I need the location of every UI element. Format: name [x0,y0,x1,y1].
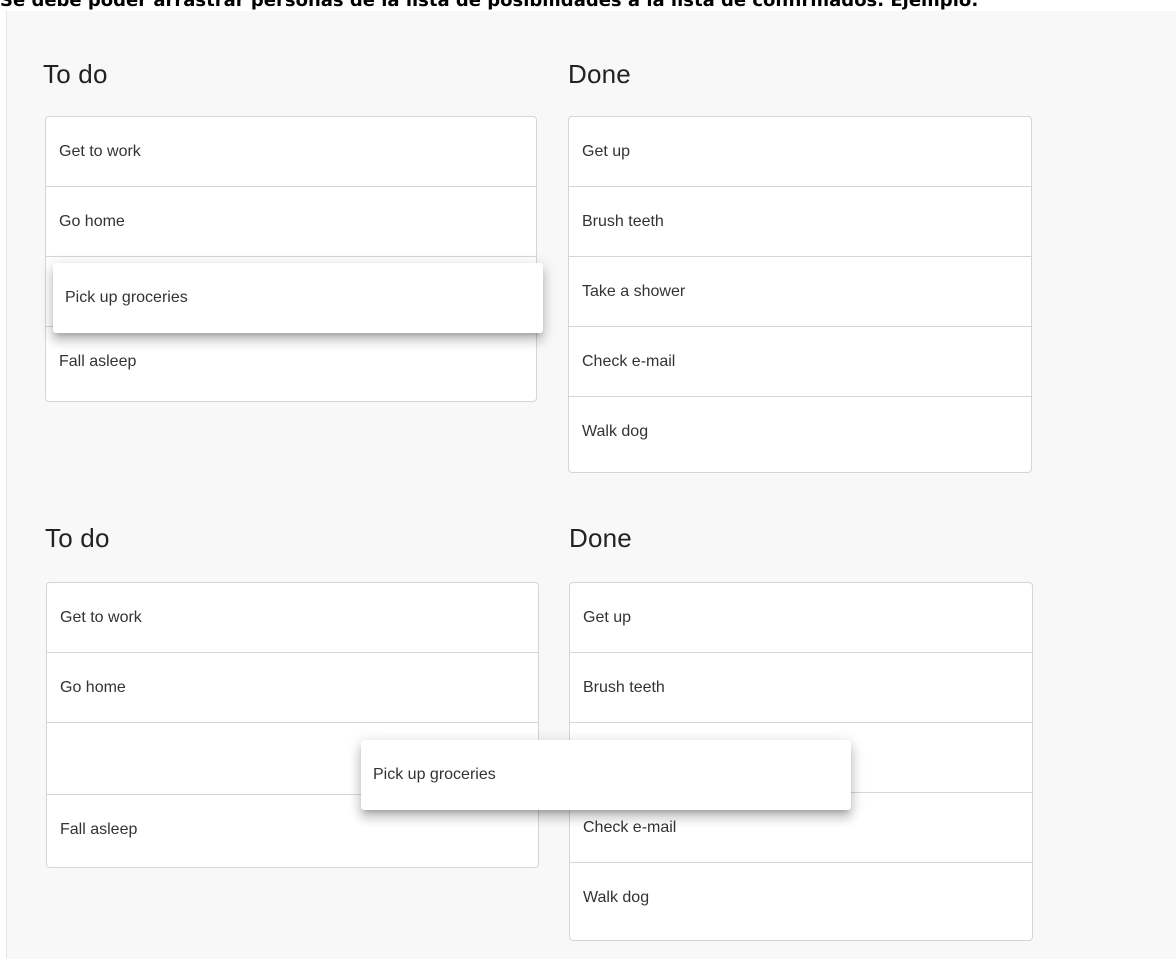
example-2-panel: To do Get to work Go home Fall asleep Do… [6,495,1176,959]
done-title: Done [568,59,631,89]
list-item[interactable]: Walk dog [570,863,1032,933]
todo-title: To do [45,523,110,553]
list-item[interactable]: Brush teeth [570,653,1032,723]
list-item[interactable]: Get up [570,583,1032,653]
list-item[interactable]: Get to work [46,117,536,187]
list-item[interactable]: Go home [47,653,538,723]
todo-list: Get to work Go home Fall asleep [45,116,537,402]
done-title: Done [569,523,632,553]
page-caption: Se debe poder arrastrar personas de la l… [0,0,979,11]
todo-title: To do [43,59,108,89]
list-item[interactable]: Get up [569,117,1031,187]
list-item[interactable]: Fall asleep [46,327,536,397]
list-item[interactable]: Walk dog [569,397,1031,467]
dragging-item[interactable]: Pick up groceries [361,740,851,810]
list-item[interactable]: Go home [46,187,536,257]
dragging-item[interactable]: Pick up groceries [53,263,543,333]
done-list: Get up Brush teeth Take a shower Check e… [568,116,1032,473]
list-item[interactable]: Check e-mail [569,327,1031,397]
todo-list: Get to work Go home Fall asleep [46,582,539,868]
list-item[interactable]: Take a shower [569,257,1031,327]
list-item[interactable]: Get to work [47,583,538,653]
example-1-panel: To do Get to work Go home Fall asleep Do… [6,11,1176,495]
list-item[interactable]: Brush teeth [569,187,1031,257]
